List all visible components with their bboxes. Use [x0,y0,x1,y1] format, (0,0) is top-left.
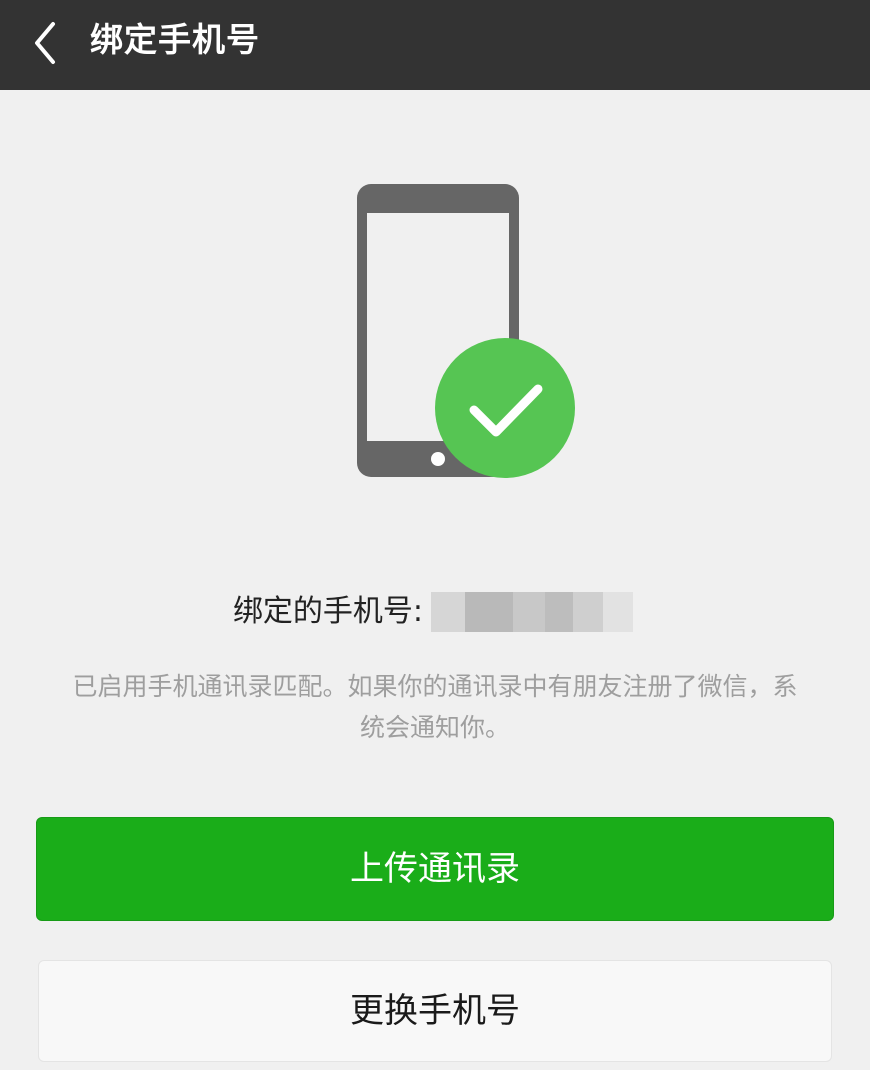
check-circle-icon [435,338,575,478]
phone-bound-illustration [357,184,575,478]
masked-phone-number [425,591,637,632]
info-line-2: 统会通知你。 [359,713,510,742]
bound-phone-row: 绑定的手机号: [0,584,870,638]
contact-match-info: 已启用手机通讯录匹配。如果你的通讯录中有朋友注册了微信，系 统会通知你。 [36,666,834,748]
info-line-1: 已启用手机通讯录匹配。如果你的通讯录中有朋友注册了微信，系 [72,672,798,701]
upload-contacts-button[interactable]: 上传通讯录 [36,817,834,921]
change-phone-button[interactable]: 更换手机号 [38,960,832,1062]
bound-phone-label: 绑定的手机号: [232,593,424,629]
